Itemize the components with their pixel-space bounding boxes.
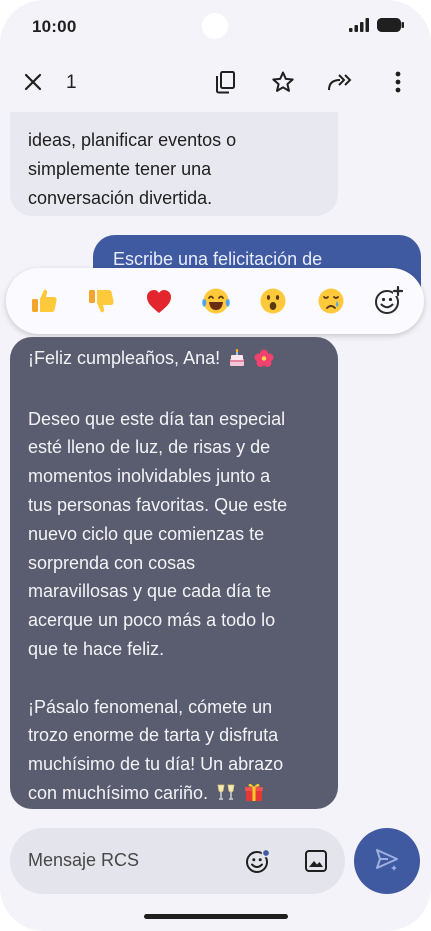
thumbs-up-icon[interactable] xyxy=(28,285,60,317)
selected-count: 1 xyxy=(66,72,77,93)
status-icons xyxy=(349,18,405,37)
phone-screen: 10:00 1 ideas, planificar eventos o simp… xyxy=(0,0,431,931)
message-composer[interactable]: Mensaje RCS xyxy=(10,828,345,894)
surprised-face-icon[interactable] xyxy=(257,285,289,317)
message-text-line: que te hace feliz. xyxy=(28,638,165,659)
birthday-cake-icon xyxy=(228,347,246,376)
message-text-line: ideas, planificar eventos o xyxy=(28,130,237,150)
copy-icon xyxy=(214,70,236,99)
gift-icon xyxy=(244,782,264,811)
outgoing-message-text: Escribe una felicitación de xyxy=(113,249,323,269)
message-text-line: esté lleno de luz, de risas y de xyxy=(28,437,271,458)
message-text-line: muchísimo de tu día! Un abrazo xyxy=(28,754,284,775)
send-icon xyxy=(373,845,401,878)
hibiscus-icon xyxy=(254,347,274,376)
add-reaction-icon[interactable] xyxy=(372,285,404,317)
message-text-line: sorprenda con cosas xyxy=(28,552,196,573)
greeting-text: ¡Feliz cumpleaños, Ana! xyxy=(28,348,221,368)
closing-text: con muchísimo cariño. xyxy=(28,782,209,803)
close-button[interactable] xyxy=(11,58,55,110)
selection-app-bar: 1 xyxy=(0,58,431,110)
forward-icon xyxy=(326,71,354,98)
message-text-line: tus personas favoritas. Que este xyxy=(28,494,288,515)
message-text-line: momentos inolvidables junto a xyxy=(28,466,271,487)
message-text-line: acerque un poco más a todo lo xyxy=(28,610,276,631)
message-closing-line: con muchísimo cariño. xyxy=(28,779,320,811)
clinking-glasses-icon xyxy=(216,782,236,811)
gallery-icon[interactable] xyxy=(301,846,331,876)
home-indicator[interactable] xyxy=(144,914,288,919)
copy-button[interactable] xyxy=(203,58,247,110)
reaction-picker xyxy=(6,268,424,334)
star-button[interactable] xyxy=(261,58,305,110)
crying-face-icon[interactable] xyxy=(315,285,347,317)
selected-message-bubble[interactable]: ¡Feliz cumpleaños, Ana! Deseo que este d… xyxy=(10,337,338,809)
more-vert-icon xyxy=(395,71,401,98)
forward-button[interactable] xyxy=(318,58,362,110)
message-greeting-line: ¡Feliz cumpleaños, Ana! xyxy=(28,344,320,376)
signal-icon xyxy=(349,18,371,37)
message-text-line: Deseo que este día tan especial xyxy=(28,408,286,429)
star-icon xyxy=(271,70,295,99)
message-text-line: maravillosas y que cada día te xyxy=(28,581,272,602)
emoji-icon[interactable] xyxy=(243,846,273,876)
battery-icon xyxy=(377,18,405,37)
message-list[interactable]: ideas, planificar eventos o simplemente … xyxy=(0,112,431,812)
status-bar: 10:00 xyxy=(0,0,431,52)
message-text-line: simplemente tener una xyxy=(28,159,212,179)
message-text-line: nuevo ciclo que comienzas te xyxy=(28,523,265,544)
send-button[interactable] xyxy=(354,828,420,894)
message-text-line: conversación divertida. xyxy=(28,188,213,208)
thumbs-down-icon[interactable] xyxy=(85,285,117,317)
tears-of-joy-icon[interactable] xyxy=(200,285,232,317)
message-text-line: trozo enorme de tarta y disfruta xyxy=(28,725,279,746)
message-text-line: ¡Pásalo fenomenal, cómete un xyxy=(28,696,273,717)
camera-cutout xyxy=(202,13,228,39)
red-heart-icon[interactable] xyxy=(143,285,175,317)
message-input[interactable]: Mensaje RCS xyxy=(28,850,139,871)
incoming-message-bubble[interactable]: ideas, planificar eventos o simplemente … xyxy=(10,112,338,216)
more-options-button[interactable] xyxy=(376,58,420,110)
status-time: 10:00 xyxy=(32,17,77,36)
close-icon xyxy=(23,72,43,97)
